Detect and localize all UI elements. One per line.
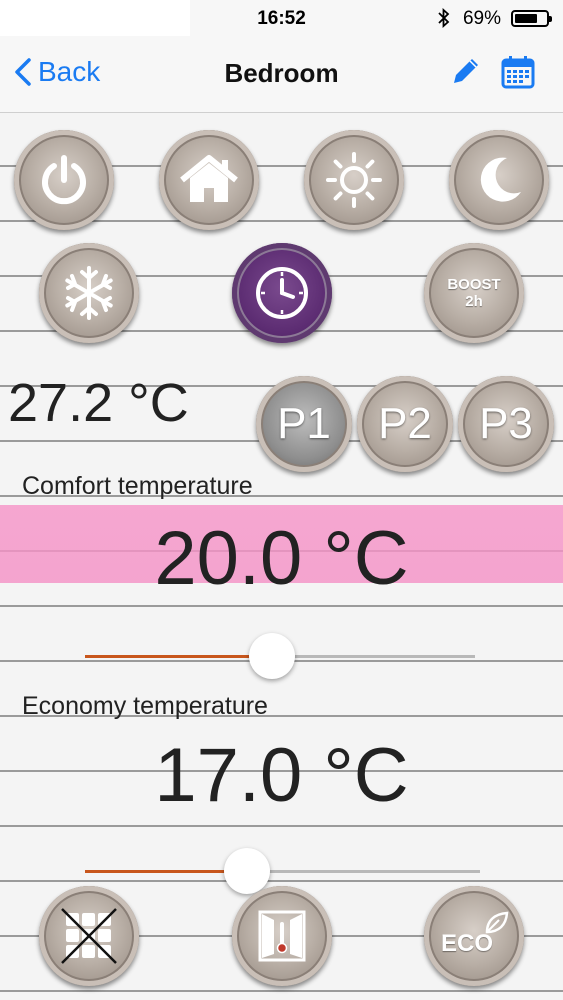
pencil-icon[interactable] bbox=[449, 54, 483, 88]
program-p1-button[interactable]: P1 bbox=[256, 376, 352, 472]
moon-icon bbox=[480, 157, 521, 202]
window-open-button[interactable] bbox=[232, 886, 332, 986]
home-icon bbox=[180, 155, 238, 202]
window-thermometer-icon bbox=[258, 910, 306, 962]
snowflake-icon bbox=[65, 266, 113, 320]
eco-content: ECO bbox=[439, 906, 509, 966]
window-grid-off-button[interactable] bbox=[39, 886, 139, 986]
comfort-slider-thumb[interactable] bbox=[249, 633, 296, 679]
eco-button[interactable]: ECO bbox=[424, 886, 524, 986]
navigation-bar: Back Bedroom bbox=[0, 38, 563, 113]
comfort-label: Comfort temperature bbox=[22, 472, 253, 500]
program-p3-button[interactable]: P3 bbox=[458, 376, 554, 472]
frost-button[interactable] bbox=[39, 243, 139, 343]
sun-button[interactable] bbox=[304, 130, 404, 230]
night-button[interactable] bbox=[449, 130, 549, 230]
program-p1-label: P1 bbox=[277, 399, 331, 448]
grid-crossed-icon bbox=[61, 908, 117, 964]
program-p3-label: P3 bbox=[479, 399, 533, 448]
economy-slider-fill bbox=[85, 870, 247, 873]
boost-text: BOOST bbox=[447, 276, 501, 293]
home-button[interactable] bbox=[159, 130, 259, 230]
boost-duration: 2h bbox=[465, 293, 483, 310]
power-button[interactable] bbox=[14, 130, 114, 230]
clock-icon bbox=[256, 267, 308, 319]
program-p2-button[interactable]: P2 bbox=[357, 376, 453, 472]
economy-label: Economy temperature bbox=[22, 692, 268, 720]
program-p2-label: P2 bbox=[378, 399, 432, 448]
economy-slider[interactable] bbox=[85, 848, 480, 894]
calendar-icon[interactable] bbox=[500, 54, 536, 90]
status-bar: 16:52 69% bbox=[0, 0, 563, 38]
current-temperature: 27.2 °C bbox=[8, 373, 189, 433]
sun-icon bbox=[326, 152, 382, 208]
leaf-icon bbox=[485, 911, 509, 934]
power-icon bbox=[42, 155, 86, 205]
battery-icon bbox=[511, 10, 552, 27]
comfort-slider-fill bbox=[85, 655, 273, 658]
schedule-button[interactable] bbox=[232, 243, 332, 343]
economy-slider-thumb[interactable] bbox=[223, 848, 270, 894]
bluetooth-icon bbox=[437, 7, 451, 33]
comfort-temperature-value: 20.0 °C bbox=[154, 516, 409, 601]
comfort-slider[interactable] bbox=[85, 633, 475, 679]
economy-temperature-value: 17.0 °C bbox=[154, 733, 409, 818]
battery-percent: 69% bbox=[462, 8, 501, 29]
boost-label: BOOST 2h bbox=[447, 276, 500, 310]
boost-button[interactable]: BOOST 2h bbox=[424, 243, 524, 343]
